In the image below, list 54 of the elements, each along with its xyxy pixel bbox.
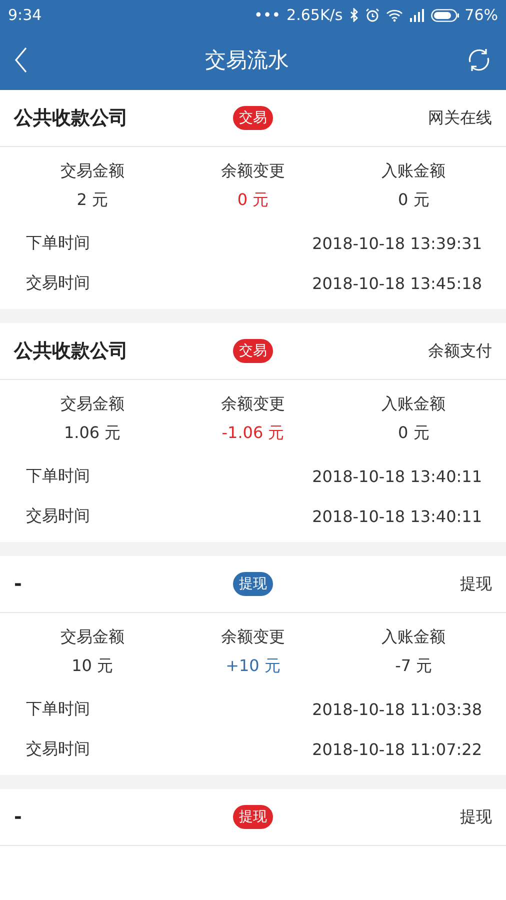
stat-value: 1.06 元 — [62, 423, 122, 444]
stat-label: 入账金额 — [380, 161, 447, 182]
stat-value: 0 元 — [397, 190, 430, 211]
stat-value: 2 元 — [76, 190, 109, 211]
stat-value: +10 元 — [224, 656, 282, 677]
stat-label: 入账金额 — [380, 394, 447, 415]
stat-value: 0 元 — [236, 190, 270, 211]
channel-label: 提现 — [460, 574, 492, 594]
time-value: 2018-10-18 11:07:22 — [312, 740, 482, 758]
more-dots: ••• — [254, 6, 281, 24]
stat-label: 入账金额 — [380, 627, 447, 648]
company-name: 公共收款公司 — [14, 339, 129, 364]
time-label: 交易时间 — [26, 738, 90, 760]
stat-label: 余额变更 — [220, 394, 286, 415]
stat-label: 交易金额 — [59, 161, 126, 182]
time-value: 2018-10-18 13:40:11 — [312, 466, 482, 486]
stat-value: -7 元 — [394, 656, 434, 677]
status-time: 9:34 — [8, 6, 42, 24]
channel-label: 提现 — [460, 806, 492, 828]
time-value: 2018-10-18 11:03:38 — [312, 700, 482, 718]
time-value: 2018-10-18 13:39:31 — [312, 234, 482, 252]
time-value: 2018-10-18 13:40:11 — [312, 506, 482, 526]
alarm-icon — [364, 8, 380, 22]
type-badge: 提现 — [233, 572, 273, 596]
refresh-icon[interactable] — [466, 47, 492, 73]
battery-percent: 76% — [464, 6, 498, 24]
network-speed: 2.65K/s — [286, 6, 343, 24]
stat-value: -1.06 元 — [220, 423, 286, 444]
type-badge: 交易 — [233, 339, 273, 363]
stat-label: 交易金额 — [59, 394, 126, 415]
time-label: 下单时间 — [26, 466, 90, 486]
channel-label: 网关在线 — [428, 108, 492, 128]
time-label: 下单时间 — [26, 232, 90, 254]
wifi-icon — [386, 8, 403, 22]
battery-icon — [430, 8, 459, 22]
stat-label: 交易金额 — [59, 627, 126, 648]
signal-icon — [408, 8, 425, 22]
channel-label: 余额支付 — [428, 340, 492, 362]
company-name: 公共收款公司 — [14, 106, 129, 131]
company-name: - — [14, 806, 23, 828]
time-label: 交易时间 — [26, 272, 90, 294]
bluetooth-icon — [348, 8, 359, 22]
stat-label: 余额变更 — [220, 161, 286, 182]
stat-value: 0 元 — [397, 423, 430, 444]
type-badge: 提现 — [233, 805, 273, 829]
back-icon[interactable] — [14, 47, 28, 73]
type-badge: 交易 — [233, 106, 273, 130]
time-label: 下单时间 — [26, 698, 90, 720]
stat-label: 余额变更 — [220, 627, 286, 648]
time-value: 2018-10-18 13:45:18 — [312, 274, 482, 292]
stat-value: 10 元 — [70, 656, 114, 677]
page-title: 交易流水 — [205, 47, 289, 74]
time-label: 交易时间 — [26, 506, 90, 526]
company-name: - — [14, 573, 23, 595]
